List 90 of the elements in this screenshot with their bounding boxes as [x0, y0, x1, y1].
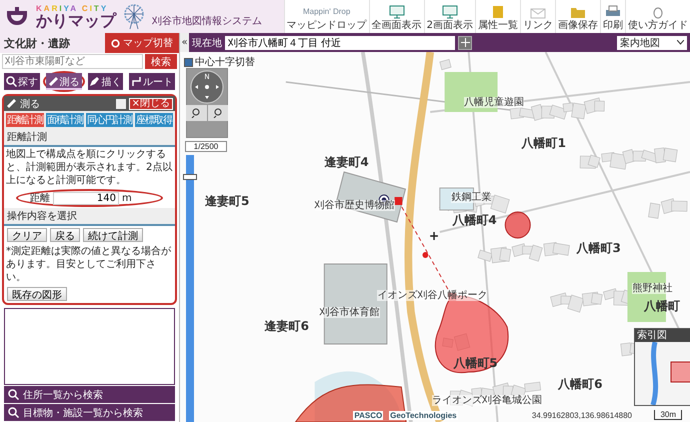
zoom-out-button[interactable] [208, 105, 228, 121]
search-button[interactable]: 検索 [145, 54, 177, 69]
chevron-down-icon [677, 40, 684, 45]
toolbar-button[interactable]: 2画面表示 [424, 0, 475, 33]
distance-label: 距離 [30, 192, 50, 205]
unit-label: m [122, 192, 132, 204]
index-map-title: 索引図 [636, 328, 667, 342]
crosshair-icon [429, 231, 439, 241]
ruler-icon [6, 98, 17, 109]
slider-thumb[interactable] [183, 174, 197, 180]
sidebar-title: 文化財・遺跡 [3, 36, 71, 50]
locate-button[interactable] [458, 36, 472, 50]
measure-tab[interactable]: 距離計測 [6, 113, 44, 127]
district-label: 逢妻町5 [205, 194, 250, 208]
operation-button[interactable]: クリア [7, 228, 47, 242]
district-label: 八幡町6 [558, 378, 603, 392]
system-title: 刈谷市地図情報システム [152, 14, 262, 28]
tool-tab[interactable]: ルート [129, 73, 175, 90]
toolbar-button[interactable]: Mappin' Drop マッピンドロップ [284, 0, 369, 33]
distance-field[interactable]: 140 [53, 192, 119, 204]
measure-tab[interactable]: 面積計測 [46, 113, 84, 127]
place-label: イオンズ刈谷八幡ポーク [377, 290, 488, 301]
toolbar-button[interactable]: 使い方ガイド [625, 0, 690, 33]
place-label: 鉄鋼工業 [451, 192, 492, 203]
list-search-button[interactable]: 目標物・施設一覧から検索 [4, 404, 175, 421]
mappin-drop-logo: Mappin' Drop [302, 6, 350, 18]
place-label: ライオンズ刈谷亀城公園 [432, 395, 542, 406]
toolbar-button[interactable]: 印刷 [600, 0, 625, 33]
ruler-icon [48, 76, 59, 87]
location-field[interactable]: 刈谷市八幡町４丁目 付近 [225, 36, 455, 50]
operation-button[interactable]: 戻る [50, 228, 80, 242]
location-label: 現在地 [192, 36, 222, 50]
document-icon [490, 5, 506, 19]
district-label: 八幡町3 [576, 242, 621, 256]
panel-title: 測る [20, 98, 41, 110]
district-label: 八幡町1 [522, 137, 566, 150]
section-title: 操作内容を選択 [4, 208, 175, 226]
district-label: 逢妻町6 [264, 320, 310, 334]
toolbar-button[interactable]: 属性一覧 [475, 0, 520, 33]
existing-shapes-button[interactable]: 既存の図形 [7, 287, 67, 301]
credit-logo: PASCO [353, 411, 384, 420]
operation-button[interactable]: 続けて計測 [83, 228, 143, 242]
city-name: KARIYA CITY [36, 4, 108, 12]
measure-tab[interactable]: 座標取得 [135, 113, 173, 127]
zoom-slider[interactable] [186, 155, 194, 422]
measured-circle [504, 212, 531, 238]
magnifier-icon [212, 108, 223, 118]
credit-logo: GeoTechnologies [389, 411, 458, 420]
search-icon [8, 407, 19, 418]
pen-icon [89, 76, 100, 87]
folder-icon [570, 5, 586, 19]
map-type-select[interactable]: 案内地図 [617, 36, 687, 50]
measure-tab[interactable]: 同心円計測 [86, 113, 133, 127]
place-label: 刈谷市歴史博物館 [314, 200, 395, 211]
instructions-text: 地図上で構成点を順にクリックすると、計測範囲が表示されます。2点以上になると計測可能です。 [5, 148, 174, 188]
note-text: *測定距離は実際の値と異なる場合があります。目安としてご利用下さい。 [5, 244, 172, 285]
district-label: 逢妻町4 [324, 156, 369, 170]
monitor-icon [442, 5, 458, 19]
route-icon [131, 76, 142, 87]
place-label: 刈谷市体育館 [320, 307, 380, 318]
crosshair-icon [460, 38, 470, 47]
search-icon [8, 389, 19, 400]
district-label: 八幡町 [644, 300, 680, 314]
collapse-button[interactable]: « [180, 33, 189, 52]
ferris-wheel-icon [122, 2, 146, 30]
coordinates-text: 34.99162803,136.98614880 [532, 411, 632, 420]
refresh-icon [111, 38, 120, 48]
section-title: 距離計測 [4, 129, 175, 147]
search-icon [6, 76, 17, 87]
toolbar-button[interactable]: 画像保存 [555, 0, 600, 33]
monitor-icon [388, 5, 405, 19]
minimize-button[interactable] [116, 98, 126, 108]
printer-icon [605, 5, 621, 19]
place-label: 八幡児童遊園 [464, 97, 524, 108]
tool-tab[interactable]: 測る [46, 73, 82, 90]
app-logo-text: かりマップ [36, 12, 116, 28]
toolbar-button[interactable]: 全画面表示 [368, 0, 424, 33]
district-label: 八幡町4 [452, 214, 497, 228]
place-label: 熊野神社 [632, 283, 672, 294]
scale-bar: 30m [654, 410, 682, 420]
district-label: 八幡町5 [453, 357, 498, 370]
zoom-in-button[interactable] [186, 105, 206, 121]
scale-field[interactable]: 1/2500 [185, 141, 227, 152]
map-switch-button[interactable]: マップ切替 [105, 33, 179, 53]
tool-tab[interactable]: 描く [88, 73, 124, 90]
checkbox-label: 中心十字切替 [195, 55, 255, 69]
tool-tab[interactable]: 探す [4, 73, 40, 90]
magnifier-icon [191, 108, 202, 118]
search-field[interactable]: 刈谷市東陽町など [2, 54, 143, 69]
list-search-button[interactable]: 住所一覧から検索 [4, 386, 175, 403]
